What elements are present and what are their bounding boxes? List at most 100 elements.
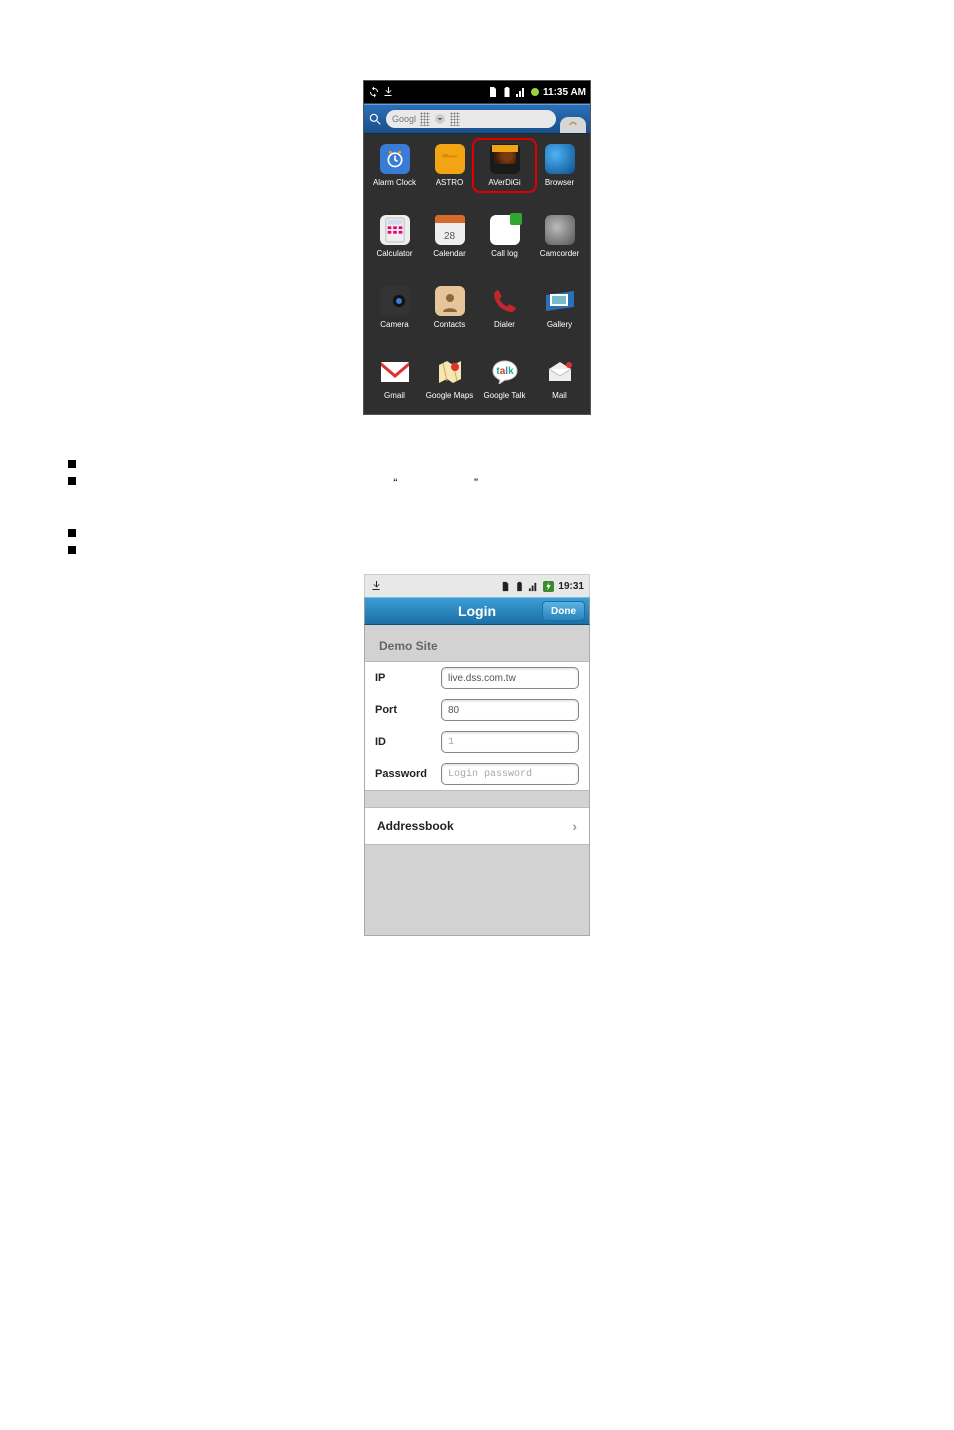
instruction-bullets: “ ” [68, 457, 954, 554]
app-label: Camera [380, 320, 408, 329]
chevron-right-icon: › [572, 818, 577, 834]
row-port: Port 80 [365, 694, 589, 726]
status-bar: 19:31 [364, 574, 590, 597]
search-icon [368, 112, 382, 126]
app-astro[interactable]: ASTRO [423, 144, 476, 187]
app-label: Dialer [494, 320, 515, 329]
app-camcorder[interactable]: Camcorder [533, 215, 586, 258]
app-label: Contacts [434, 320, 466, 329]
globe-icon [545, 144, 575, 174]
camcorder-icon [545, 215, 575, 245]
app-label: Alarm Clock [373, 178, 416, 187]
gps-icon [529, 86, 541, 98]
title-text: Login [458, 603, 496, 619]
app-label: Calculator [376, 249, 412, 258]
app-label: Google Talk [483, 391, 525, 400]
app-browser[interactable]: Browser [533, 144, 586, 187]
averdigi-icon: MViewer [490, 144, 520, 174]
calendar-icon: 28 [435, 215, 465, 245]
averdigi-banner: MViewer [492, 145, 518, 152]
bullet-icon [68, 529, 76, 537]
quote-close: ” [474, 476, 478, 490]
app-mail[interactable]: Mail [533, 357, 586, 400]
login-form-body: Demo Site IP live.dss.com.tw Port 80 ID … [364, 625, 590, 936]
sim-icon [487, 86, 499, 98]
bullet-item [68, 457, 954, 468]
sync-icon [368, 86, 380, 98]
row-ip: IP live.dss.com.tw [365, 662, 589, 694]
input-ip[interactable]: live.dss.com.tw [441, 667, 579, 689]
app-label: Gmail [384, 391, 405, 400]
input-password[interactable]: Login password [441, 763, 579, 785]
app-camera[interactable]: Camera [368, 286, 421, 329]
bullet-item [68, 543, 954, 554]
app-google-talk[interactable]: talk Google Talk [478, 357, 531, 400]
app-label: ASTRO [436, 178, 464, 187]
drag-dots-icon [420, 112, 430, 126]
contacts-icon [435, 286, 465, 316]
bullet-icon [68, 477, 76, 485]
search-input[interactable]: Googl [386, 110, 556, 128]
login-form-screenshot: 19:31 Login Done Demo Site IP live.dss.c… [364, 574, 590, 936]
input-port[interactable]: 80 [441, 699, 579, 721]
google-talk-icon: talk [490, 357, 520, 387]
status-bar: 11:35 AM [364, 81, 590, 104]
battery-icon [514, 581, 525, 592]
app-gallery[interactable]: Gallery [533, 286, 586, 329]
app-calendar[interactable]: 28 Calendar [423, 215, 476, 258]
addressbook-row[interactable]: Addressbook › [365, 807, 589, 845]
signal-icon [515, 86, 527, 98]
bullet-item [68, 526, 954, 537]
camera-icon [380, 286, 410, 316]
battery-icon [501, 86, 513, 98]
folder-icon [435, 144, 465, 174]
app-label: Call log [491, 249, 518, 258]
done-button[interactable]: Done [542, 601, 585, 621]
app-averdigi[interactable]: MViewer AVerDiGi [476, 142, 533, 189]
label-port: Port [375, 704, 433, 716]
app-call-log[interactable]: Call log [478, 215, 531, 258]
gmail-icon [380, 357, 410, 387]
app-google-maps[interactable]: Google Maps [423, 357, 476, 400]
app-dialer[interactable]: Dialer [478, 286, 531, 329]
calendar-day: 28 [435, 231, 465, 242]
download-icon [370, 580, 382, 592]
section-demo-site: Demo Site [365, 625, 589, 661]
status-time: 19:31 [558, 581, 584, 592]
maps-icon [435, 357, 465, 387]
app-grid: Alarm Clock ASTRO MViewer AVerDiGi B [364, 134, 590, 414]
status-time: 11:35 AM [543, 87, 586, 98]
sim-icon [500, 581, 511, 592]
login-title-bar: Login Done [364, 597, 590, 625]
bullet-icon [68, 460, 76, 468]
label-id: ID [375, 736, 433, 748]
addressbook-label: Addressbook [377, 819, 454, 833]
app-alarm-clock[interactable]: Alarm Clock [368, 144, 421, 187]
search-placeholder: Googl [392, 114, 416, 124]
home-tab-icon[interactable] [560, 117, 586, 133]
app-calculator[interactable]: Calculator [368, 215, 421, 258]
row-password: Password Login password [365, 758, 589, 790]
login-form-panel: IP live.dss.com.tw Port 80 ID 1 Password… [365, 661, 589, 791]
dropdown-icon [434, 113, 446, 125]
calculator-icon [380, 215, 410, 245]
call-log-icon [490, 215, 520, 245]
charging-icon [542, 581, 555, 592]
label-ip: IP [375, 672, 433, 684]
input-id[interactable]: 1 [441, 731, 579, 753]
app-gmail[interactable]: Gmail [368, 357, 421, 400]
download-icon [382, 86, 394, 98]
gallery-icon [545, 286, 575, 316]
bullet-item: “ ” [68, 474, 954, 492]
app-contacts[interactable]: Contacts [423, 286, 476, 329]
bullet-text: “ ” [90, 474, 478, 492]
android-app-drawer-screenshot: 11:35 AM Googl [363, 80, 591, 415]
bullet-icon [68, 546, 76, 554]
search-bar[interactable]: Googl [364, 104, 590, 134]
app-label: Camcorder [540, 249, 580, 258]
alarm-clock-icon [380, 144, 410, 174]
app-label: Gallery [547, 320, 572, 329]
quote-open: “ [393, 476, 397, 490]
phone-icon [490, 286, 520, 316]
svg-text:talk: talk [496, 366, 514, 377]
